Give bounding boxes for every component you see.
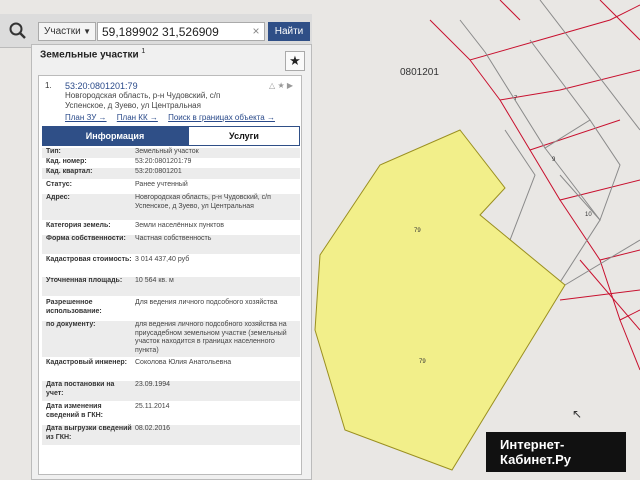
favorites-star-button[interactable]: ★	[285, 51, 305, 71]
panel-title-count: 1	[141, 48, 146, 55]
card-links: План ЗУ → План КК → Поиск в границах объ…	[65, 113, 283, 122]
chevron-down-icon: ▼	[83, 27, 91, 36]
table-row: Кад. номер: 53:20:0801201:79	[42, 158, 300, 168]
row-key: Дата выгрузки сведений из ГКН:	[46, 425, 132, 441]
row-value: 10 564 кв. м	[135, 277, 174, 284]
parcel-number-79-bottom: 79	[419, 359, 426, 365]
card-action-icons[interactable]: △ ★ ▶	[269, 81, 293, 90]
row-value: для ведения личного подсобного хозяйства…	[135, 321, 287, 354]
table-row: Разрешенное использование: Для ведения ли…	[42, 299, 300, 319]
search-type-label: Участки	[44, 26, 81, 37]
panel-title: Земельные участки 1	[40, 48, 145, 60]
clear-search-button[interactable]: ×	[249, 23, 263, 39]
row-key: Тип:	[46, 148, 61, 155]
search-bar: Участки ▼ × Найти	[0, 14, 312, 48]
table-row: Тип: Земельный участок	[42, 148, 300, 158]
table-row: Адрес: Новгородская область, р-н Чудовски…	[42, 194, 300, 220]
row-key: Категория земель:	[46, 222, 111, 229]
row-value: Земельный участок	[135, 148, 199, 155]
row-value: Новгородская область, р-н Чудовский, с/п…	[135, 194, 271, 210]
table-row: Кад. квартал: 53:20:0801201	[42, 168, 300, 179]
row-key: Кадастровая стоимость:	[46, 256, 132, 263]
search-input[interactable]	[97, 22, 265, 41]
row-value: Ранее учтенный	[135, 181, 188, 188]
plan-kk-link[interactable]: План КК →	[117, 113, 158, 122]
table-row: Статус: Ранее учтенный	[42, 181, 300, 192]
table-row: Форма собственности: Частная собственност…	[42, 235, 300, 254]
map-quarter-label: 0801201	[400, 67, 439, 78]
row-value: 53:20:0801201	[135, 168, 182, 175]
row-key: Кадастровый инженер:	[46, 359, 128, 366]
table-row: Категория земель: Земли населённых пункто…	[42, 222, 300, 233]
row-key: Кад. номер:	[46, 158, 87, 165]
table-row: Кадастровая стоимость: 3 014 437,40 руб	[42, 256, 300, 275]
panel-title-text: Земельные участки	[40, 49, 139, 61]
row-key: Форма собственности:	[46, 235, 126, 242]
warning-icon[interactable]: △	[269, 81, 275, 90]
star-icon[interactable]: ★	[277, 81, 284, 90]
card-address: Новгородская область, р-н Чудовский, с/п…	[65, 91, 221, 110]
row-value: Для ведения личного подсобного хозяйства	[135, 299, 278, 306]
watermark-logo: Интернет- Кабинет.Ру	[486, 432, 626, 472]
parcel-number-10: 10	[585, 212, 592, 218]
play-icon[interactable]: ▶	[287, 81, 293, 90]
find-button[interactable]: Найти	[268, 22, 310, 41]
row-key: Кад. квартал:	[46, 168, 93, 175]
row-key: Дата постановки на учет:	[46, 381, 115, 397]
table-row: Уточненная площадь: 10 564 кв. м	[42, 277, 300, 296]
table-row: Дата постановки на учет: 23.09.1994	[42, 381, 300, 401]
row-value: Земли населённых пунктов	[135, 222, 225, 229]
table-row: Кадастровый инженер: Соколова Юлия Анатол…	[42, 359, 300, 379]
watermark-line-1: Интернет-	[500, 437, 565, 452]
watermark-line-2: Кабинет.Ру	[500, 452, 571, 467]
tab-services[interactable]: Услуги	[188, 126, 300, 146]
row-value: 08.02.2016	[135, 425, 171, 432]
card-tabs: Информация Услуги	[42, 126, 300, 146]
table-row: Дата выгрузки сведений из ГКН: 08.02.2016	[42, 425, 300, 445]
tab-information[interactable]: Информация	[42, 126, 188, 146]
search-icon[interactable]	[8, 21, 28, 41]
row-value: Соколова Юлия Анатольевна	[135, 359, 232, 366]
row-key: Разрешенное использование:	[46, 299, 102, 315]
card-index: 1.	[45, 81, 52, 90]
row-value: Частная собственность	[135, 235, 212, 242]
parcel-number-79-top: 79	[414, 228, 421, 234]
row-key: Дата изменения сведений в ГКН:	[46, 403, 103, 419]
row-value: 53:20:0801201:79	[135, 158, 192, 165]
row-key: Уточненная площадь:	[46, 277, 123, 284]
plan-zu-link[interactable]: План ЗУ →	[65, 113, 107, 122]
mouse-cursor-icon: ↖	[572, 407, 583, 421]
row-value: 23.09.1994	[135, 381, 171, 388]
search-in-bounds-link[interactable]: Поиск в границах объекта →	[168, 113, 275, 122]
results-panel: Земельные участки 1 ★ 1. 53:20:0801201:7…	[31, 44, 312, 480]
row-value: 25.11.2014	[135, 403, 170, 410]
row-key: Адрес:	[46, 194, 70, 201]
row-key: по документу:	[46, 321, 96, 328]
search-type-select[interactable]: Участки ▼	[38, 22, 96, 41]
table-row: Дата изменения сведений в ГКН: 25.11.2014	[42, 403, 300, 423]
cadastral-number-link[interactable]: 53:20:0801201:79	[65, 81, 138, 91]
parcel-card: 1. 53:20:0801201:79 Новгородская область…	[38, 75, 302, 475]
row-value: 3 014 437,40 руб	[135, 256, 190, 263]
table-row: по документу: для ведения личного подсобн…	[42, 321, 300, 357]
row-key: Статус:	[46, 181, 72, 188]
